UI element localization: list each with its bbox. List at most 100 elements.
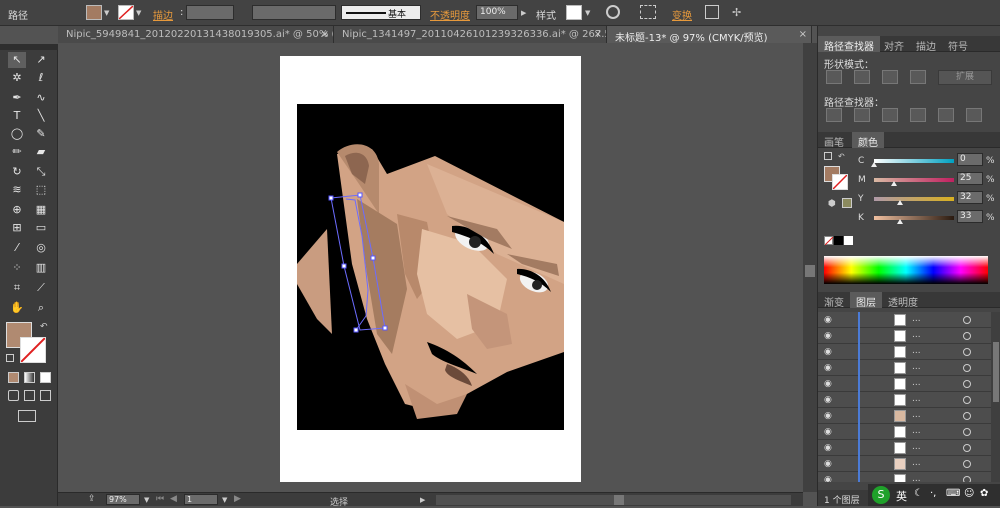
outline-icon[interactable] xyxy=(938,108,954,122)
eye-icon[interactable]: ◉ xyxy=(824,347,834,357)
moon-icon[interactable]: ☾ xyxy=(914,488,923,499)
punctuation-icon[interactable]: ·, xyxy=(930,488,936,499)
user-icon[interactable]: ☺ xyxy=(964,488,974,499)
last-color-swatch[interactable] xyxy=(842,198,852,208)
slider-thumb[interactable] xyxy=(897,219,904,224)
layer-name[interactable]: ... xyxy=(912,410,921,420)
chevron-down-icon[interactable]: ▼ xyxy=(144,496,149,504)
tab-stroke[interactable]: 描边 xyxy=(910,36,942,53)
target-icon[interactable] xyxy=(963,364,971,372)
swap-icon[interactable]: ↶ xyxy=(838,152,845,161)
layer-row[interactable]: ◉... xyxy=(818,376,993,392)
eye-icon[interactable]: ◉ xyxy=(824,379,834,389)
layer-name[interactable]: ... xyxy=(912,362,921,372)
eye-icon[interactable]: ◉ xyxy=(824,443,834,453)
status-menu-icon[interactable]: ▶ xyxy=(420,496,425,504)
chevron-down-icon[interactable]: ▼ xyxy=(222,496,227,504)
color-spectrum[interactable] xyxy=(824,256,988,284)
channel-y-slider[interactable] xyxy=(874,197,954,205)
layer-row[interactable]: ◉... xyxy=(818,472,993,482)
channel-y-input[interactable]: 32 xyxy=(957,191,983,204)
merge-icon[interactable] xyxy=(882,108,898,122)
intersect-icon[interactable] xyxy=(882,70,898,84)
layer-row[interactable]: ◉... xyxy=(818,360,993,376)
target-icon[interactable] xyxy=(963,476,971,482)
layer-row[interactable]: ◉... xyxy=(818,312,993,328)
zoom-input[interactable]: 97% xyxy=(106,494,140,505)
scroll-thumb[interactable] xyxy=(805,265,815,277)
eye-icon[interactable]: ◉ xyxy=(824,411,834,421)
horizontal-scrollbar[interactable] xyxy=(436,495,791,505)
eye-icon[interactable]: ◉ xyxy=(824,427,834,437)
layer-row[interactable]: ◉... xyxy=(818,408,993,424)
trim-icon[interactable] xyxy=(854,108,870,122)
layer-row[interactable]: ◉... xyxy=(818,328,993,344)
layer-name[interactable]: ... xyxy=(912,474,921,482)
target-icon[interactable] xyxy=(963,412,971,420)
eye-icon[interactable]: ◉ xyxy=(824,331,834,341)
next-artboard-icon[interactable]: ▶ xyxy=(234,494,241,504)
layer-name[interactable]: ... xyxy=(912,426,921,436)
scroll-thumb[interactable] xyxy=(993,342,999,402)
minus-front-icon[interactable] xyxy=(854,70,870,84)
none-swatch[interactable] xyxy=(824,236,834,246)
minus-back-icon[interactable] xyxy=(966,108,982,122)
keyboard-icon[interactable]: ⌨ xyxy=(946,488,960,499)
layers-scrollbar[interactable] xyxy=(991,312,1000,482)
target-icon[interactable] xyxy=(963,460,971,468)
channel-c-input[interactable]: 0 xyxy=(957,153,983,166)
eye-icon[interactable]: ◉ xyxy=(824,315,834,325)
export-icon[interactable]: ⇪ xyxy=(88,494,96,504)
slider-thumb[interactable] xyxy=(891,181,897,186)
tab-layers[interactable]: 图层 xyxy=(850,292,882,309)
channel-c-slider[interactable] xyxy=(871,159,954,167)
layer-row[interactable]: ◉... xyxy=(818,392,993,408)
channel-m-slider[interactable] xyxy=(874,178,954,186)
target-icon[interactable] xyxy=(963,444,971,452)
tab-symbols[interactable]: 符号 xyxy=(942,36,974,53)
eye-icon[interactable]: ◉ xyxy=(824,363,834,373)
tab-color[interactable]: 颜色 xyxy=(852,132,884,149)
ime-language-label[interactable]: 英 xyxy=(896,488,907,504)
tab-align[interactable]: 对齐 xyxy=(878,36,910,53)
target-icon[interactable] xyxy=(963,316,971,324)
layer-name[interactable]: ... xyxy=(912,378,921,388)
target-icon[interactable] xyxy=(963,428,971,436)
layer-name[interactable]: ... xyxy=(912,394,921,404)
default-colors-icon[interactable] xyxy=(824,152,832,160)
layer-name[interactable]: ... xyxy=(912,314,921,324)
target-icon[interactable] xyxy=(963,380,971,388)
slider-thumb[interactable] xyxy=(871,162,877,167)
cube-icon[interactable]: ⬢ xyxy=(828,199,836,209)
target-icon[interactable] xyxy=(963,348,971,356)
tab-gradient[interactable]: 渐变 xyxy=(818,292,850,309)
slider-thumb[interactable] xyxy=(896,200,903,205)
scroll-thumb[interactable] xyxy=(614,495,624,505)
black-swatch[interactable] xyxy=(834,236,843,245)
exclude-icon[interactable] xyxy=(910,70,926,84)
skin-icon[interactable]: ✿ xyxy=(980,488,988,499)
divide-icon[interactable] xyxy=(826,108,842,122)
layer-name[interactable]: ... xyxy=(912,442,921,452)
eye-icon[interactable]: ◉ xyxy=(824,475,834,482)
tab-pathfinder[interactable]: 路径查找器 xyxy=(818,36,880,53)
layer-name[interactable]: ... xyxy=(912,330,921,340)
eye-icon[interactable]: ◉ xyxy=(824,395,834,405)
eye-icon[interactable]: ◉ xyxy=(824,459,834,469)
layer-row[interactable]: ◉... xyxy=(818,344,993,360)
layer-row[interactable]: ◉... xyxy=(818,424,993,440)
layer-row[interactable]: ◉... xyxy=(818,456,993,472)
target-icon[interactable] xyxy=(963,332,971,340)
layer-row[interactable]: ◉... xyxy=(818,440,993,456)
tab-transparency[interactable]: 透明度 xyxy=(882,292,924,309)
expand-button[interactable]: 扩展 xyxy=(938,70,992,85)
white-swatch[interactable] xyxy=(844,236,853,245)
unite-icon[interactable] xyxy=(826,70,842,84)
ime-logo-icon[interactable]: S xyxy=(872,486,890,504)
crop-icon[interactable] xyxy=(910,108,926,122)
channel-m-input[interactable]: 25 xyxy=(957,172,983,185)
channel-k-input[interactable]: 33 xyxy=(957,210,983,223)
layer-name[interactable]: ... xyxy=(912,458,921,468)
tab-brushes[interactable]: 画笔 xyxy=(818,132,850,149)
first-artboard-icon[interactable]: ⏮ xyxy=(156,494,164,504)
